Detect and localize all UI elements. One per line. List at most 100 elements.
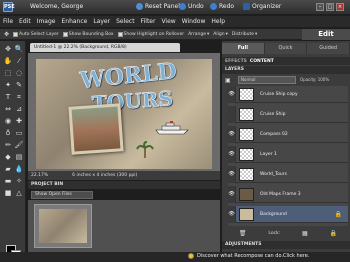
zoom-level[interactable]: 22.17% xyxy=(31,171,48,180)
undo-icon xyxy=(179,3,186,10)
lock-icon: 🔒 xyxy=(334,210,342,218)
organizer-button[interactable]: Organizer xyxy=(243,3,281,10)
tab-effects[interactable]: EFFECTS xyxy=(225,59,247,64)
redo-label: Redo xyxy=(219,3,235,10)
align-dropdown[interactable]: Align ▾ xyxy=(213,32,228,37)
marquee-tool-icon[interactable]: ⬚ xyxy=(3,69,13,78)
brush-tool-icon[interactable]: 🖌 xyxy=(14,141,24,150)
menu-enhance[interactable]: Enhance xyxy=(61,18,87,25)
magic-wand-tool-icon[interactable]: ✦ xyxy=(3,81,13,90)
pencil-tool-icon[interactable]: ✏ xyxy=(3,141,13,150)
menu-help[interactable]: Help xyxy=(211,18,225,25)
hand-tool-icon[interactable]: ✋ xyxy=(3,57,13,66)
layer-row[interactable]: 👁 Old Maps Frame 3 xyxy=(228,185,348,203)
reset-panels-button[interactable]: Reset Panels xyxy=(136,3,183,10)
layer-row[interactable]: 👁 Cruise Ship copy xyxy=(228,85,348,103)
layer-row-selected[interactable]: 👁 Background 🔒 xyxy=(228,205,348,223)
color-swatch-tool-icon[interactable]: ■ xyxy=(3,189,13,198)
red-eye-tool-icon[interactable]: ◉ xyxy=(3,117,13,126)
lock-all-icon[interactable]: 🔒 xyxy=(330,230,337,237)
close-button[interactable]: × xyxy=(336,3,344,11)
visibility-eye-icon[interactable]: 👁 xyxy=(228,165,236,183)
visibility-eye-icon[interactable]: 👁 xyxy=(228,125,236,143)
menu-edit[interactable]: Edit xyxy=(19,18,31,25)
tool-options-bar: ✥ Auto Select Layer Show Bounding Box Sh… xyxy=(0,29,350,40)
smart-brush-tool-icon[interactable]: ✧ xyxy=(14,177,24,186)
redo-button[interactable]: Redo xyxy=(210,3,234,10)
minimize-button[interactable]: – xyxy=(316,3,324,11)
recompose-tool-icon[interactable]: ⇔ xyxy=(3,105,13,114)
document-canvas[interactable]: WORLD TOURS xyxy=(28,53,220,171)
layer-row[interactable]: Cruise Ship xyxy=(228,105,348,123)
layer-thumbnail xyxy=(239,167,254,181)
tab-guided[interactable]: Guided xyxy=(307,43,350,54)
blur-tool-icon[interactable]: 💧 xyxy=(14,165,24,174)
visibility-eye-icon[interactable]: 👁 xyxy=(228,185,236,203)
opacity-field[interactable]: Opacity: 100% xyxy=(300,77,329,82)
crop-tool-icon[interactable]: ⌗ xyxy=(14,93,24,102)
eraser-tool-icon[interactable]: ▭ xyxy=(14,129,24,138)
distribute-dropdown[interactable]: Distribute ▾ xyxy=(232,32,257,37)
menu-image[interactable]: Image xyxy=(37,18,56,25)
welcome-user[interactable]: Welcome, George xyxy=(30,3,83,10)
tab-quick[interactable]: Quick xyxy=(264,43,308,54)
visibility-eye-icon[interactable]: 👁 xyxy=(228,85,236,103)
clone-stamp-tool-icon[interactable]: ♁ xyxy=(3,129,13,138)
quick-selection-tool-icon[interactable]: ✎ xyxy=(14,81,24,90)
new-layer-icon[interactable]: ▣ xyxy=(225,77,231,84)
redo-icon xyxy=(210,3,217,10)
layer-row[interactable]: 👁 World_Tours xyxy=(228,165,348,183)
tab-content[interactable]: CONTENT xyxy=(250,59,274,64)
edit-workspace-tab[interactable]: Edit xyxy=(302,29,350,40)
visibility-eye-icon[interactable] xyxy=(228,105,236,123)
visibility-eye-icon[interactable]: 👁 xyxy=(228,145,236,163)
lasso-tool-icon[interactable]: ◌ xyxy=(14,69,24,78)
lock-transparent-icon[interactable]: ▦ xyxy=(302,230,308,237)
adjustments-panel-header[interactable]: ADJUSTMENTS xyxy=(222,241,350,249)
layer-name: Background xyxy=(260,211,287,217)
tip-link[interactable]: Discover what Recompose can do.Click her… xyxy=(188,253,309,259)
menu-filter[interactable]: Filter xyxy=(141,18,156,25)
project-bin-thumbnail[interactable] xyxy=(34,204,92,248)
menu-bar: File Edit Image Enhance Layer Select Fil… xyxy=(0,16,350,27)
auto-select-layer-checkbox[interactable]: Auto Select Layer xyxy=(13,31,59,37)
move-tool-icon[interactable]: ✥ xyxy=(3,45,13,54)
menu-window[interactable]: Window xyxy=(182,18,206,25)
shape-tool-icon[interactable]: ▰ xyxy=(3,165,13,174)
project-bin-header[interactable]: PROJECT BIN xyxy=(28,181,220,189)
gradient-tool-icon[interactable]: ▤ xyxy=(14,153,24,162)
arrange-dropdown[interactable]: Arrange ▾ xyxy=(188,32,209,37)
paint-bucket-tool-icon[interactable]: ◆ xyxy=(3,153,13,162)
undo-button[interactable]: Undo xyxy=(179,3,204,10)
menu-file[interactable]: File xyxy=(3,18,13,25)
visibility-eye-icon[interactable]: 👁 xyxy=(228,205,236,223)
layer-row[interactable]: 👁 Layer 1 xyxy=(228,145,348,163)
panel-sub-tabs: EFFECTS CONTENT xyxy=(222,57,350,65)
eyedropper-tool-icon[interactable]: ⁄ xyxy=(14,57,24,66)
reset-panels-label: Reset Panels xyxy=(145,3,183,10)
document-tab[interactable]: Untitled-1 @ 22.2% (Background, RGB/8) xyxy=(30,43,180,52)
type-tool-icon[interactable]: T xyxy=(3,93,13,102)
layer-name: Cruise Ship copy xyxy=(260,91,298,97)
sharpen-tool-icon[interactable]: △ xyxy=(14,189,24,198)
delete-layer-icon[interactable]: 🗑 xyxy=(239,230,247,237)
sponge-tool-icon[interactable]: ▬ xyxy=(3,177,13,186)
show-highlight-checkbox[interactable]: Show Highlight on Rollover xyxy=(117,31,184,37)
straighten-tool-icon[interactable]: ⊿ xyxy=(14,105,24,114)
blend-mode-dropdown[interactable]: Normal xyxy=(238,76,296,84)
menu-layer[interactable]: Layer xyxy=(93,18,110,25)
layer-thumbnail xyxy=(239,127,254,141)
menu-select[interactable]: Select xyxy=(116,18,135,25)
layer-name: Layer 1 xyxy=(260,151,277,157)
app-icon: PSE xyxy=(3,2,15,12)
tab-full[interactable]: Full xyxy=(222,43,265,54)
layers-panel-header[interactable]: LAYERS xyxy=(222,66,350,74)
show-bounding-box-checkbox[interactable]: Show Bounding Box xyxy=(62,31,114,37)
cruise-ship-image xyxy=(155,121,189,135)
layer-row[interactable]: 👁 Compass 02 xyxy=(228,125,348,143)
project-bin-dropdown[interactable]: Show Open Files xyxy=(31,191,93,199)
menu-view[interactable]: View xyxy=(161,18,175,25)
zoom-tool-icon[interactable]: 🔍 xyxy=(14,45,24,54)
healing-brush-tool-icon[interactable]: ✚ xyxy=(14,117,24,126)
maximize-button[interactable]: □ xyxy=(326,3,334,11)
